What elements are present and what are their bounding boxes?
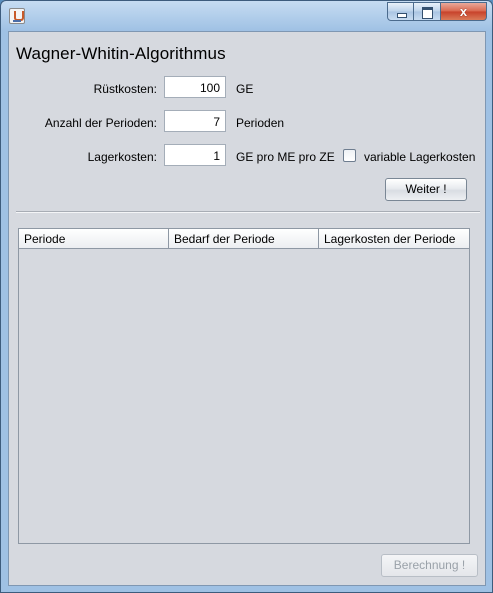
- column-header-bedarf[interactable]: Bedarf der Periode: [169, 229, 319, 249]
- variable-lagerkosten-checkbox[interactable]: [343, 149, 356, 162]
- lagerkosten-label: Lagerkosten:: [87, 150, 157, 164]
- table-header: Periode Bedarf der Periode Lagerkosten d…: [19, 229, 469, 249]
- lagerkosten-unit: GE pro ME pro ZE: [236, 150, 335, 164]
- weiter-button[interactable]: Weiter !: [385, 178, 467, 201]
- java-app-icon: [9, 8, 25, 24]
- close-icon: x: [459, 4, 468, 19]
- title-bar[interactable]: x: [1, 1, 492, 31]
- periods-table[interactable]: Periode Bedarf der Periode Lagerkosten d…: [18, 228, 470, 544]
- main-panel: Wagner-Whitin-Algorithmus Rüstkosten: 10…: [8, 31, 486, 586]
- berechnung-button[interactable]: Berechnung !: [381, 554, 478, 577]
- close-button[interactable]: x: [441, 2, 487, 21]
- separator: [16, 211, 480, 213]
- lagerkosten-field[interactable]: 1: [164, 144, 226, 166]
- perioden-label: Anzahl der Perioden:: [44, 116, 157, 130]
- window-controls: x: [387, 2, 487, 22]
- application-window: x Wagner-Whitin-Algorithmus Rüstkosten: …: [0, 0, 493, 593]
- column-header-lagerkosten[interactable]: Lagerkosten der Periode: [319, 229, 469, 249]
- maximize-button[interactable]: [414, 2, 441, 21]
- ruestkosten-field[interactable]: 100: [164, 76, 226, 98]
- ruestkosten-label: Rüstkosten:: [93, 82, 157, 96]
- minimize-button[interactable]: [387, 2, 414, 21]
- variable-lagerkosten-label: variable Lagerkosten: [364, 150, 476, 164]
- ruestkosten-unit: GE: [236, 82, 254, 96]
- perioden-unit: Perioden: [236, 116, 285, 130]
- page-title: Wagner-Whitin-Algorithmus: [16, 44, 226, 63]
- column-header-periode[interactable]: Periode: [19, 229, 169, 249]
- perioden-field[interactable]: 7: [164, 110, 226, 132]
